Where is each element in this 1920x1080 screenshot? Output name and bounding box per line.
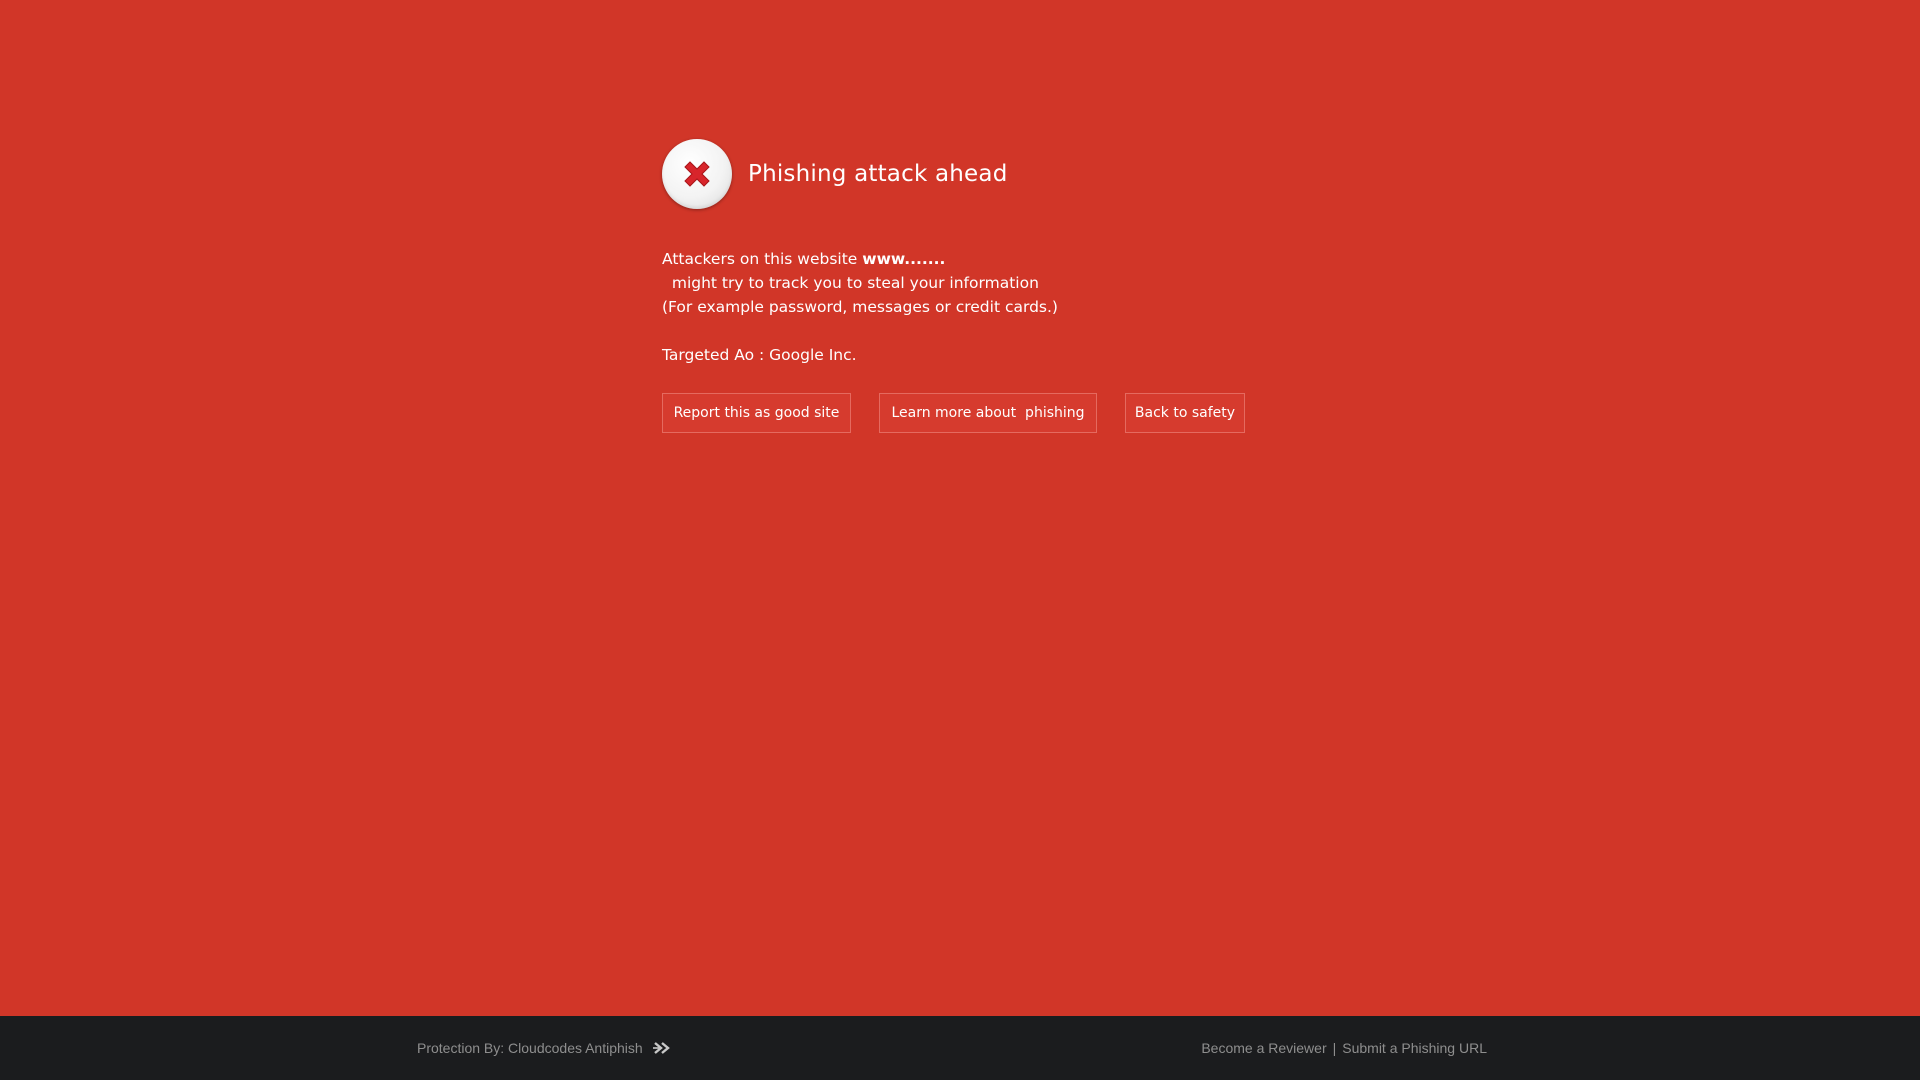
- action-buttons: Report this as good site Learn more abou…: [662, 393, 1245, 433]
- footer-separator: |: [1332, 1040, 1337, 1056]
- submit-phishing-url-link[interactable]: Submit a Phishing URL: [1342, 1040, 1487, 1056]
- site-url: www.......: [862, 250, 946, 268]
- footer-protection: Protection By: Cloudcodes Antiphish: [417, 1016, 673, 1080]
- double-chevron-right-icon: [652, 1041, 673, 1055]
- back-to-safety-button[interactable]: Back to safety: [1125, 393, 1245, 433]
- targeted-text: Targeted Ao : Google Inc.: [662, 346, 857, 364]
- protection-text: Protection By: Cloudcodes Antiphish: [417, 1040, 643, 1056]
- footer: Protection By: Cloudcodes Antiphish Beco…: [0, 1016, 1920, 1080]
- desc-prefix: Attackers on this website: [662, 250, 863, 268]
- error-x-icon: [662, 139, 732, 209]
- warning-header: Phishing attack ahead: [662, 139, 1262, 209]
- footer-links: Become a Reviewer | Submit a Phishing UR…: [1201, 1016, 1487, 1080]
- desc-suffix: might try to track you to steal your inf…: [662, 274, 1039, 292]
- report-good-site-button[interactable]: Report this as good site: [662, 393, 851, 433]
- page-title: Phishing attack ahead: [748, 161, 1008, 187]
- learn-more-button[interactable]: Learn more about phishing: [879, 393, 1097, 433]
- desc-line2: (For example password, messages or credi…: [662, 298, 1058, 316]
- warning-panel: Phishing attack ahead Attackers on this …: [662, 139, 1262, 433]
- become-reviewer-link[interactable]: Become a Reviewer: [1201, 1040, 1326, 1056]
- warning-description: Attackers on this website www....... mig…: [662, 247, 1262, 319]
